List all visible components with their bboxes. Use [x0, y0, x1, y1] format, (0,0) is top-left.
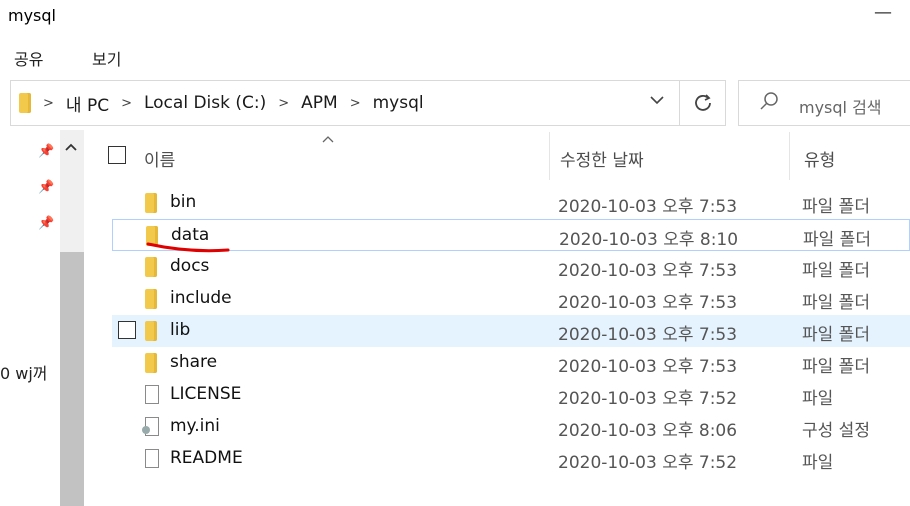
refresh-icon [694, 94, 711, 111]
chevron-right-icon[interactable]: > [350, 96, 361, 111]
file-date: 2020-10-03 오후 8:10 [559, 230, 739, 250]
file-date: 2020-10-03 오후 7:52 [558, 389, 738, 409]
scroll-up-icon[interactable] [64, 140, 78, 156]
file-row-include[interactable]: include 2020-10-03 오후 7:53 파일 폴더 [112, 283, 910, 315]
file-type: 파일 [802, 389, 834, 409]
file-name: docs [170, 256, 210, 276]
pin-icon[interactable]: 📌 [38, 180, 54, 195]
pin-icon[interactable]: 📌 [38, 144, 54, 159]
file-row-data[interactable]: data 2020-10-03 오후 8:10 파일 폴더 [112, 219, 910, 251]
file-name: lib [170, 320, 191, 340]
column-name[interactable]: 이름 [144, 146, 175, 171]
folder-icon [145, 257, 157, 281]
file-type: 파일 폴더 [802, 325, 870, 345]
crumb-mysql[interactable]: mysql [373, 93, 424, 113]
file-name: bin [170, 192, 197, 212]
file-row-readme[interactable]: README 2020-10-03 오후 7:52 파일 [112, 443, 910, 475]
minimize-button[interactable]: — [874, 2, 892, 23]
folder-icon [145, 193, 157, 217]
nav-scrollbar-thumb[interactable] [60, 252, 84, 506]
file-row-my-ini[interactable]: my.ini 2020-10-03 오후 8:06 구성 설정 [112, 411, 910, 443]
refresh-button[interactable] [680, 80, 726, 126]
tab-view[interactable]: 보기 [92, 46, 121, 70]
crumb-apm[interactable]: APM [301, 93, 338, 113]
crumb-local-disk[interactable]: Local Disk (C:) [144, 93, 266, 113]
file-icon [145, 449, 159, 472]
folder-icon [19, 93, 31, 113]
file-date: 2020-10-03 오후 7:53 [558, 325, 738, 345]
window-title: mysql [8, 6, 56, 25]
folder-icon [145, 289, 157, 313]
config-file-icon [142, 417, 159, 440]
file-row-docs[interactable]: docs 2020-10-03 오후 7:53 파일 폴더 [112, 251, 910, 283]
folder-icon [145, 353, 157, 377]
file-name: share [170, 352, 218, 372]
file-row-share[interactable]: share 2020-10-03 오후 7:53 파일 폴더 [112, 347, 910, 379]
red-annotation-underline [146, 242, 230, 253]
search-box[interactable]: mysql 검색 [738, 80, 910, 126]
file-type: 구성 설정 [802, 421, 870, 441]
file-name: include [170, 288, 232, 308]
column-date[interactable]: 수정한 날짜 [560, 146, 644, 171]
file-type: 파일 폴더 [802, 357, 870, 377]
row-checkbox[interactable] [118, 321, 136, 339]
file-date: 2020-10-03 오후 7:53 [558, 293, 738, 313]
file-name: README [170, 448, 243, 468]
column-divider[interactable] [549, 132, 550, 180]
file-type: 파일 폴더 [802, 293, 870, 313]
chevron-down-icon[interactable] [649, 93, 665, 109]
file-type: 파일 [802, 453, 834, 473]
file-date: 2020-10-03 오후 8:06 [558, 421, 738, 441]
file-row-license[interactable]: LICENSE 2020-10-03 오후 7:52 파일 [112, 379, 910, 411]
ribbon: 공유 보기 [0, 36, 910, 76]
file-row-lib[interactable]: lib 2020-10-03 오후 7:53 파일 폴더 [112, 315, 910, 347]
search-input[interactable]: mysql 검색 [799, 94, 882, 118]
folder-icon [145, 321, 157, 345]
file-date: 2020-10-03 오후 7:53 [558, 197, 738, 217]
chevron-right-icon[interactable]: > [121, 96, 132, 111]
file-date: 2020-10-03 오후 7:53 [558, 261, 738, 281]
search-icon [759, 91, 779, 116]
file-row-bin[interactable]: bin 2020-10-03 오후 7:53 파일 폴더 [112, 187, 910, 219]
file-name: my.ini [170, 416, 220, 436]
column-divider[interactable] [789, 132, 790, 180]
breadcrumb: > 내 PC > Local Disk (C:) > APM > mysql [19, 81, 424, 125]
file-type: 파일 폴더 [802, 197, 870, 217]
column-type[interactable]: 유형 [804, 146, 835, 171]
file-date: 2020-10-03 오후 7:53 [558, 357, 738, 377]
chevron-right-icon[interactable]: > [278, 96, 289, 111]
column-header: 이름 수정한 날짜 유형 [100, 132, 910, 180]
address-bar[interactable]: > 내 PC > Local Disk (C:) > APM > mysql [10, 80, 680, 126]
tab-share[interactable]: 공유 [14, 46, 43, 70]
file-name: LICENSE [170, 384, 242, 404]
file-icon [145, 385, 159, 408]
title-bar: mysql — [0, 0, 910, 36]
file-type: 파일 폴더 [803, 230, 871, 250]
file-date: 2020-10-03 오후 7:52 [558, 453, 738, 473]
nav-item-label[interactable]: 0 wj꺼 [0, 360, 48, 384]
chevron-right-icon[interactable]: > [43, 96, 54, 111]
crumb-this-pc[interactable]: 내 PC [66, 91, 109, 116]
pin-icon[interactable]: 📌 [38, 216, 54, 231]
file-type: 파일 폴더 [802, 261, 870, 281]
